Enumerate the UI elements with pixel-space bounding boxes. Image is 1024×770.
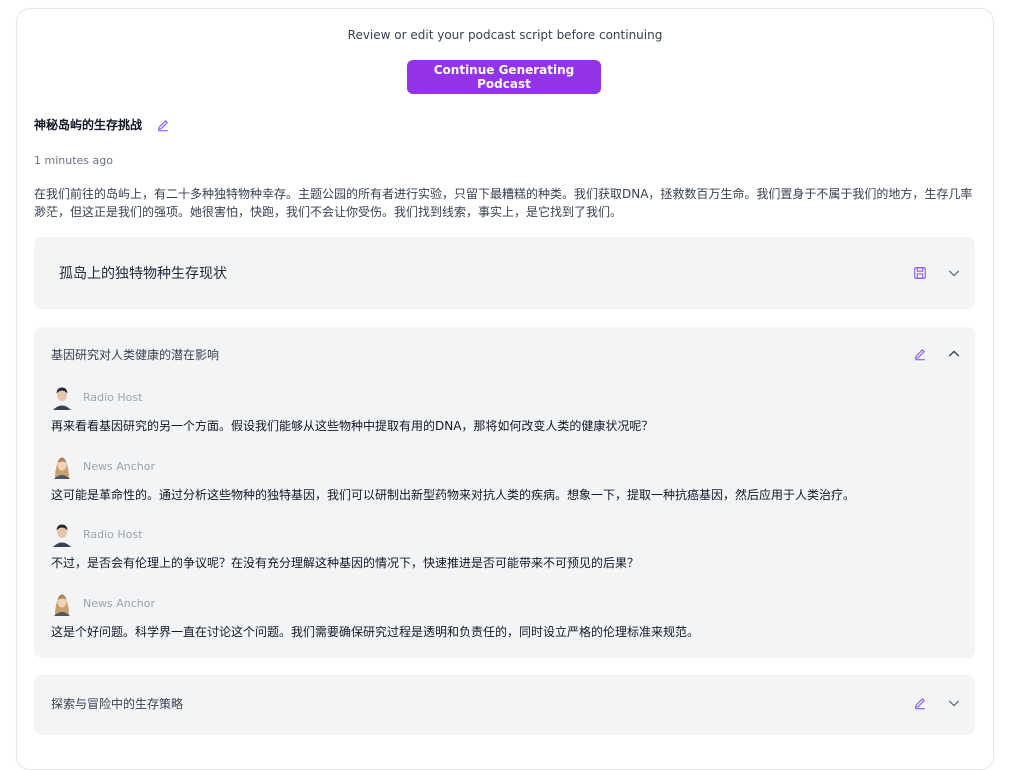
section-collapsed-1[interactable]: 孤岛上的独特物种生存现状 [34,237,975,309]
speaker-name: Radio Host [83,527,143,541]
section-collapsed-3[interactable]: 探索与冒险中的生存策略 [34,675,975,735]
male-avatar [51,384,73,410]
chevron-down-icon[interactable] [947,696,961,710]
male-avatar [51,521,73,547]
section-header[interactable]: 孤岛上的独特物种生存现状 [34,237,975,309]
speaker-name: News Anchor [83,459,155,473]
script-title-row: 神秘岛屿的生存挑战 [34,116,170,133]
script-title: 神秘岛屿的生存挑战 [34,118,143,132]
section-icons [913,696,961,710]
review-instruction: Review or edit your podcast script befor… [347,28,663,42]
dialogue-line: News Anchor 这可能是革命性的。通过分析这些物种的独特基因，我们可以研… [51,452,855,503]
chevron-down-icon[interactable] [947,266,961,280]
speaker-name: News Anchor [83,596,155,610]
continue-generating-button[interactable]: Continue Generating Podcast [407,60,601,94]
speaker-row: Radio Host [51,383,653,411]
dialogue-text: 这可能是革命性的。通过分析这些物种的独特基因，我们可以研制出新型药物来对抗人类的… [51,488,856,502]
section-expanded: 基因研究对人类健康的潜在影响 Radio Host 再来看看基因研究的另一个方面… [34,327,975,658]
speaker-row: Radio Host [51,520,639,548]
section-title: 孤岛上的独特物种生存现状 [59,266,227,282]
female-avatar [51,590,73,616]
script-review-card: Review or edit your podcast script befor… [16,8,994,770]
dialogue-text: 再来看看基因研究的另一个方面。假设我们能够从这些物种中提取有用的DNA，那将如何… [51,419,654,433]
pencil-icon[interactable] [913,347,927,361]
pencil-icon[interactable] [913,696,927,710]
section-title: 基因研究对人类健康的潜在影响 [51,347,220,362]
dialogue-text: 不过，是否会有伦理上的争议呢？在没有充分理解这种基因的情况下，快速推进是否可能带… [51,556,640,570]
section-header[interactable]: 基因研究对人类健康的潜在影响 [34,343,975,365]
script-description: 在我们前往的岛屿上，有二十多种独特物种幸存。主题公园的所有者进行实验，只留下最糟… [34,187,973,219]
save-icon[interactable] [913,266,927,280]
female-avatar [51,453,73,479]
section-header[interactable]: 探索与冒险中的生存策略 [34,675,975,731]
chevron-up-icon[interactable] [947,347,961,361]
speaker-row: News Anchor [51,589,699,617]
script-timestamp: 1 minutes ago [34,154,113,167]
pencil-icon[interactable] [156,118,170,132]
section-icons [913,266,961,280]
section-title: 探索与冒险中的生存策略 [51,696,184,711]
section-icons [913,347,961,361]
dialogue-text: 这是个好问题。科学界一直在讨论这个问题。我们需要确保研究过程是透明和负责任的，同… [51,625,700,639]
dialogue-line: Radio Host 再来看看基因研究的另一个方面。假设我们能够从这些物种中提取… [51,383,653,434]
dialogue-line: News Anchor 这是个好问题。科学界一直在讨论这个问题。我们需要确保研究… [51,589,699,640]
speaker-name: Radio Host [83,390,143,404]
speaker-row: News Anchor [51,452,855,480]
dialogue-line: Radio Host 不过，是否会有伦理上的争议呢？在没有充分理解这种基因的情况… [51,520,639,571]
